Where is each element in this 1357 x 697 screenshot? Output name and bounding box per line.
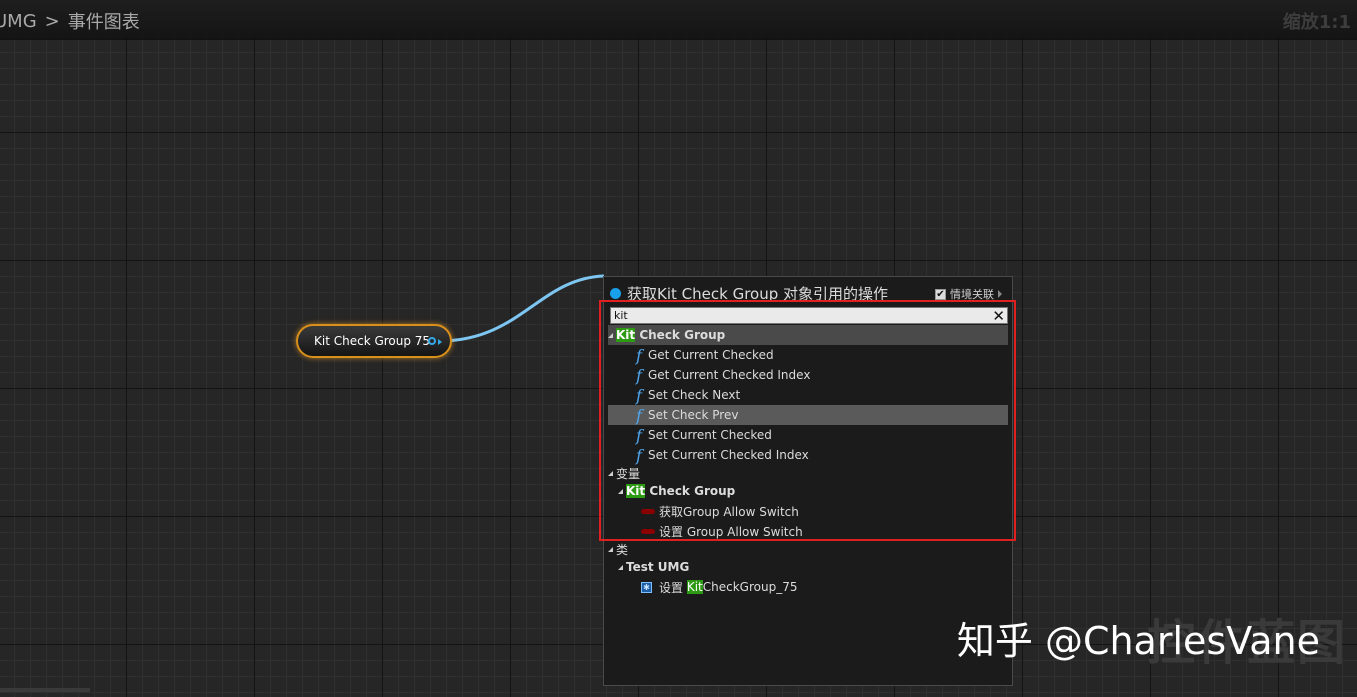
collapse-triangle-icon[interactable] — [608, 546, 613, 552]
object-output-pin-icon[interactable] — [428, 337, 436, 345]
action-item[interactable]: ✱ 设置 Kit CheckGroup_75 — [641, 577, 797, 597]
pin-arrow-icon — [438, 339, 442, 345]
kit-check-group-node[interactable]: Kit Check Group 75 — [296, 324, 452, 358]
annotation-highlight-box — [599, 300, 1016, 541]
action-label-prefix: 设置 — [659, 580, 687, 595]
object-type-icon — [610, 288, 621, 299]
watermark: 知乎 @CharlesVane — [956, 619, 1320, 663]
scrollbar-stub — [0, 688, 90, 692]
subcategory-test-umg[interactable]: Test UMG — [618, 557, 689, 577]
collapse-triangle-icon[interactable] — [618, 564, 623, 570]
variable-icon: ✱ — [641, 581, 652, 593]
expand-arrow-icon[interactable] — [998, 290, 1002, 298]
context-checkbox[interactable]: ✔ — [935, 288, 946, 300]
category-label: Test UMG — [626, 560, 690, 574]
category-class[interactable]: 类 — [608, 539, 628, 559]
search-highlight: Kit — [686, 580, 703, 594]
category-label: 类 — [616, 542, 629, 557]
action-label: CheckGroup_75 — [702, 580, 798, 594]
node-label: Kit Check Group 75 — [314, 334, 431, 348]
